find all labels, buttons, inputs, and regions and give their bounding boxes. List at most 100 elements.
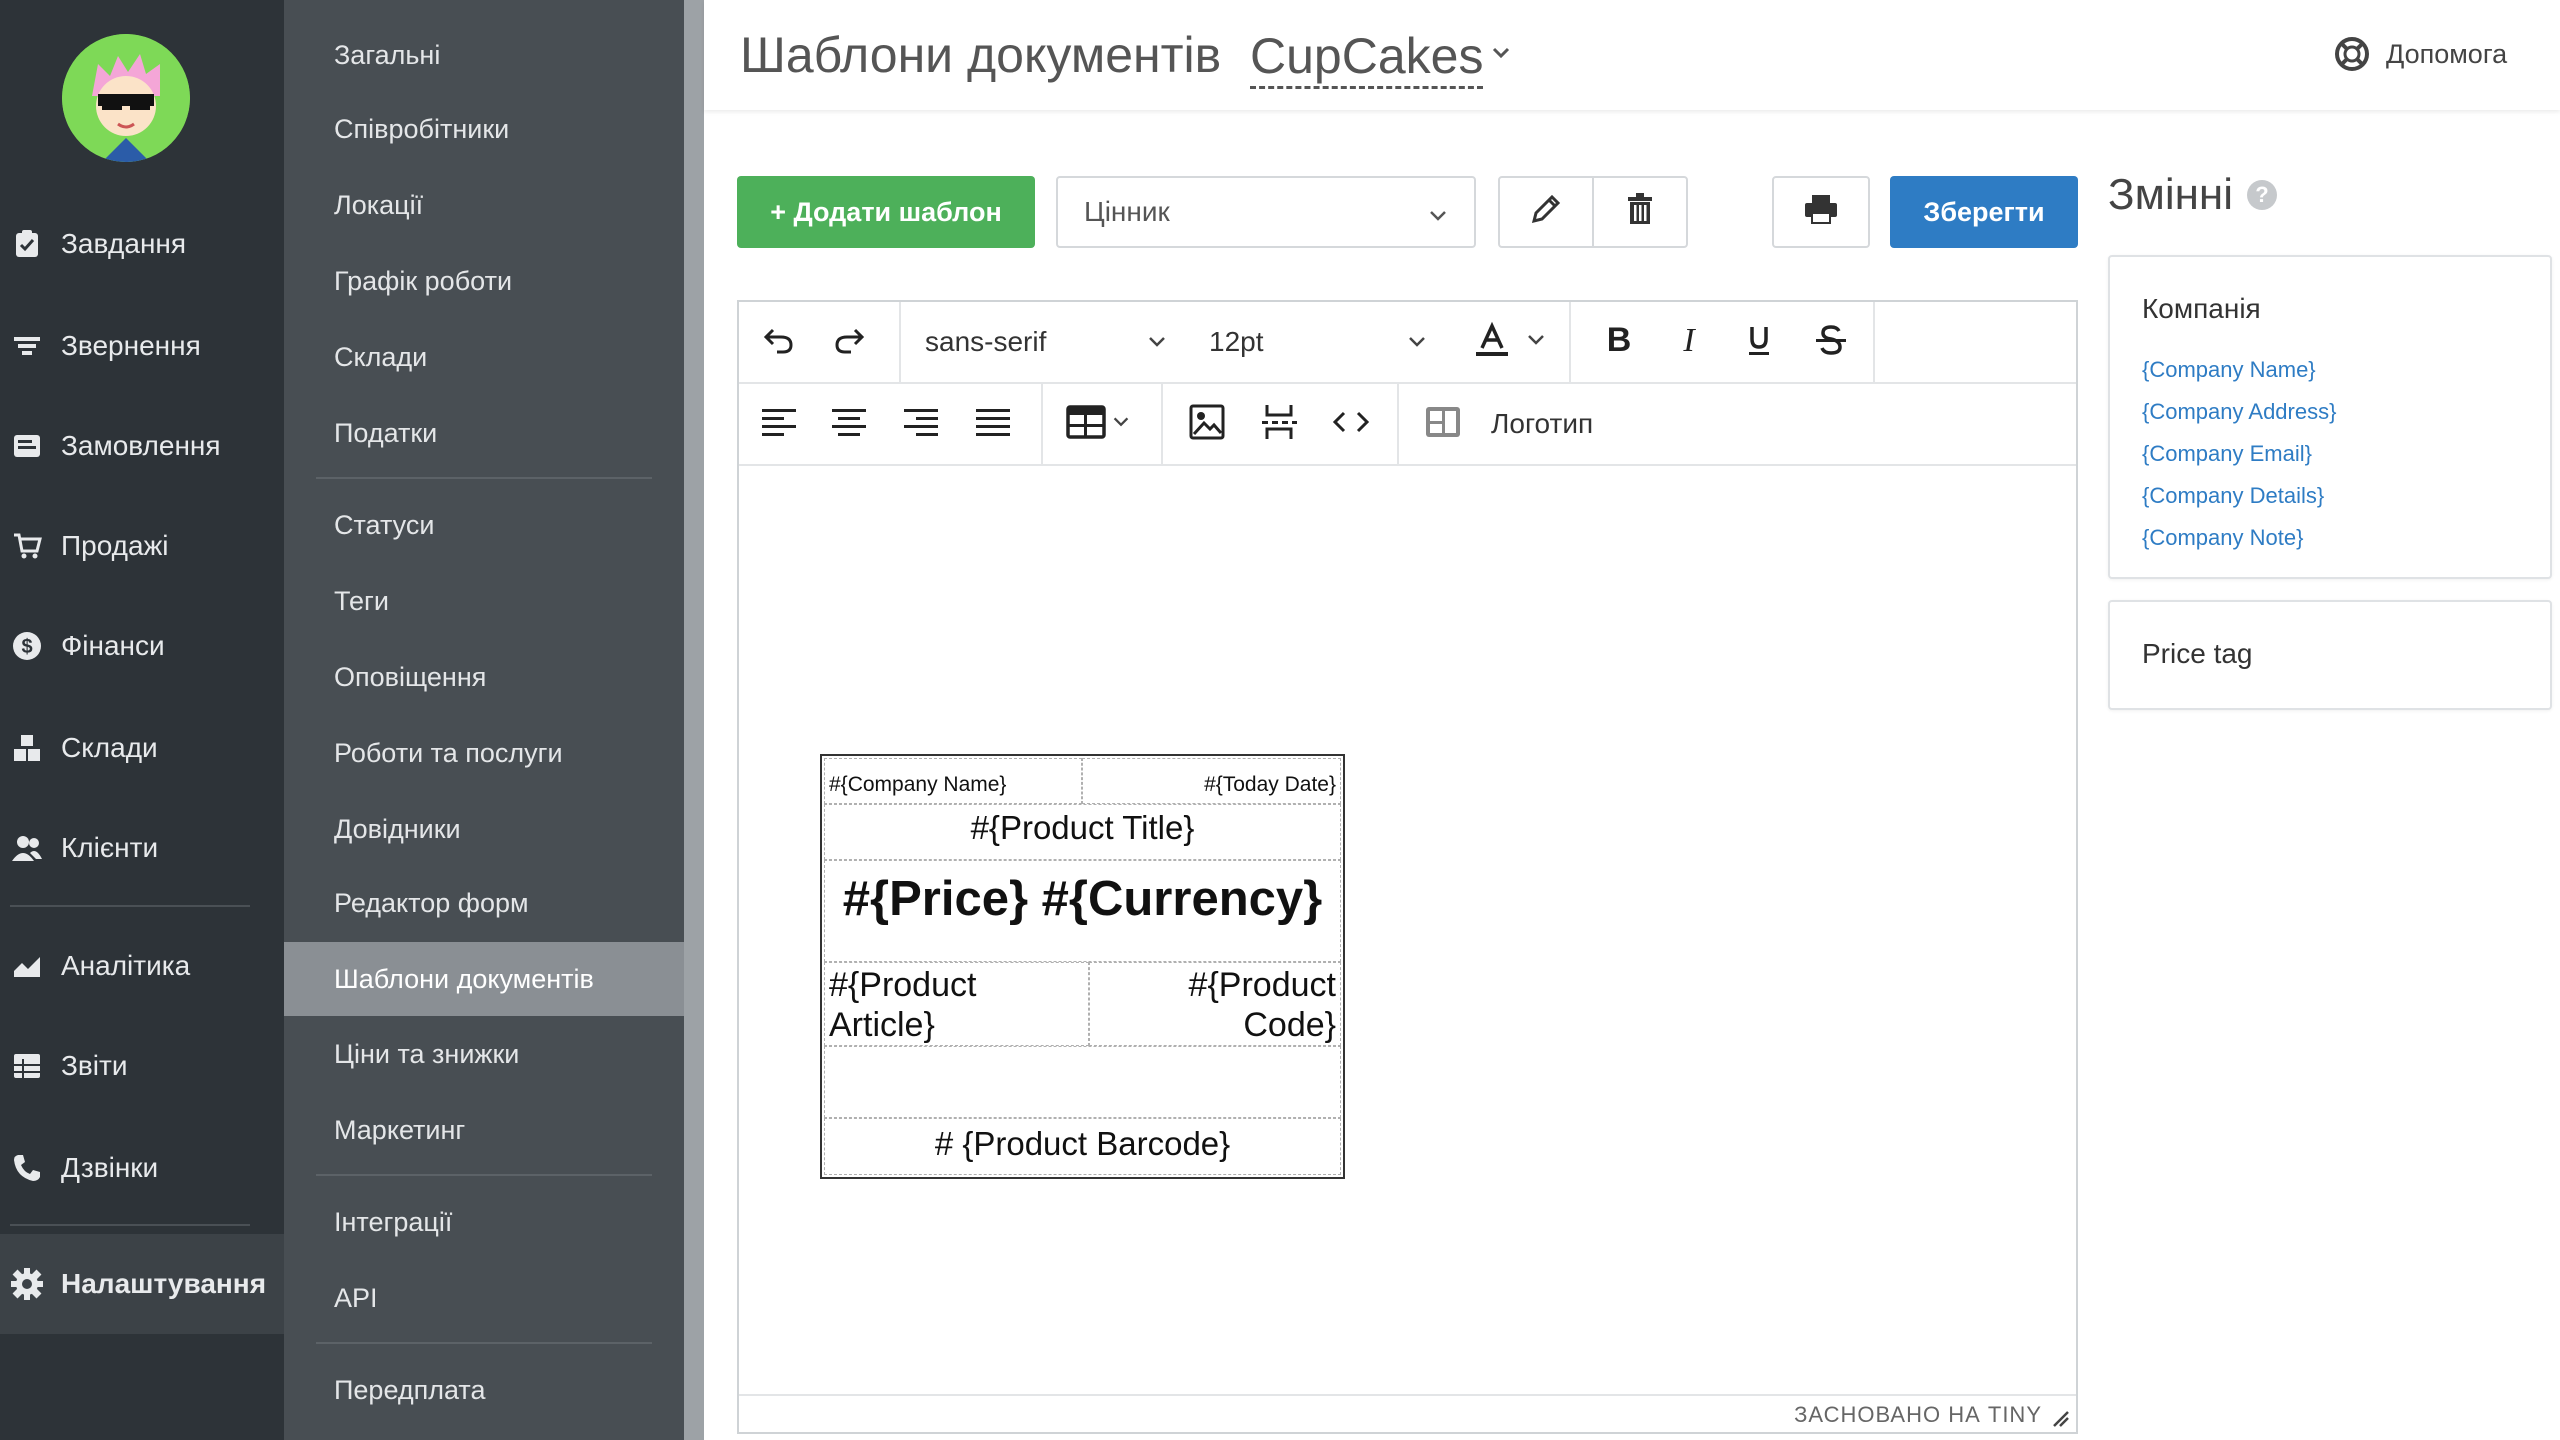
boxes-icon (10, 731, 44, 765)
settings-item-directories[interactable]: Довідники (284, 792, 684, 866)
nav-orders[interactable]: Замовлення (0, 396, 284, 496)
printer-icon (1803, 193, 1839, 232)
nav-finance[interactable]: $ Фінанси (0, 596, 284, 696)
settings-item-taxes[interactable]: Податки (284, 396, 684, 470)
settings-item-subscription[interactable]: Передплата (284, 1353, 684, 1427)
underline-button[interactable] (1731, 302, 1787, 382)
settings-item-marketing[interactable]: Маркетинг (284, 1093, 684, 1167)
table-button[interactable] (1057, 384, 1141, 464)
nav-calls[interactable]: Дзвінки (0, 1118, 284, 1218)
product-article-cell[interactable]: #{Product Article} (824, 962, 1089, 1046)
print-button[interactable] (1772, 176, 1870, 248)
text-color-button[interactable] (1467, 302, 1517, 382)
settings-item-warehouses[interactable]: Склади (284, 320, 684, 394)
variable-company-address[interactable]: {Company Address} (2142, 399, 2336, 425)
settings-item-integrations[interactable]: Інтеграції (284, 1185, 684, 1259)
product-code-cell[interactable]: #{Product Code} (1089, 962, 1341, 1046)
phone-icon (10, 1151, 44, 1185)
align-center-icon (832, 407, 866, 442)
product-title-cell[interactable]: #{Product Title} (824, 804, 1341, 860)
nav-settings[interactable]: Налаштування (0, 1234, 284, 1334)
settings-item-general[interactable]: Загальні (284, 18, 684, 92)
variable-company-details[interactable]: {Company Details} (2142, 483, 2324, 509)
clipboard-icon (10, 227, 44, 261)
settings-item-services[interactable]: Роботи та послуги (284, 716, 684, 790)
help-link[interactable]: Допомога (2334, 36, 2507, 72)
price-currency-cell[interactable]: #{Price} #{Currency} (824, 860, 1341, 962)
chevron-down-icon (1524, 328, 1548, 357)
bold-button[interactable]: B (1591, 302, 1647, 382)
settings-item-employees[interactable]: Співробітники (284, 92, 684, 166)
nav-analytics[interactable]: Аналітика (0, 916, 284, 1016)
today-date-cell[interactable]: #{Today Date} (1082, 758, 1341, 804)
chevron-down-icon (1145, 330, 1169, 359)
powered-by-tiny[interactable]: ЗАСНОВАНО НА TINY (1794, 1402, 2042, 1428)
nav-calls-label: Дзвінки (61, 1152, 159, 1183)
settings-item-document-templates[interactable]: Шаблони документів (284, 942, 684, 1016)
text-color-dropdown[interactable] (1521, 302, 1551, 382)
toolbar-separator (1569, 302, 1571, 382)
template-icon (1424, 405, 1462, 444)
nav-reports[interactable]: Звіти (0, 1016, 284, 1116)
editor-toolbar-row: Логотип (739, 384, 2076, 466)
company-selector[interactable]: CupCakes (1250, 26, 1484, 89)
align-center-button[interactable] (821, 384, 877, 464)
font-family-select[interactable]: sans-serif (901, 302, 1173, 382)
lifebuoy-icon (2334, 36, 2370, 72)
insert-image-button[interactable] (1179, 384, 1235, 464)
nav-requests[interactable]: Звернення (0, 296, 284, 396)
strikethrough-button[interactable] (1803, 302, 1859, 382)
variable-company-name[interactable]: {Company Name} (2142, 357, 2316, 383)
template-select[interactable]: Цінник (1056, 176, 1476, 248)
help-question-icon[interactable]: ? (2246, 180, 2277, 210)
variables-title: Змінні (2108, 170, 2233, 219)
price-tag-variables-card[interactable]: Price tag (2108, 600, 2552, 710)
nav-clients[interactable]: Клієнти (0, 798, 284, 898)
edit-template-button[interactable] (1498, 176, 1594, 248)
align-left-button[interactable] (751, 384, 807, 464)
empty-cell[interactable] (824, 1046, 1341, 1118)
company-name-cell[interactable]: #{Company Name} (824, 758, 1082, 804)
text-color-icon (1472, 320, 1512, 365)
avatar[interactable] (62, 34, 190, 162)
settings-item-prices[interactable]: Ціни та знижки (284, 1017, 684, 1091)
trash-icon (1625, 192, 1655, 233)
redo-button[interactable] (821, 302, 877, 382)
strikethrough-icon (1813, 322, 1849, 363)
variable-company-note[interactable]: {Company Note} (2142, 525, 2303, 551)
settings-item-tags[interactable]: Теги (284, 564, 684, 638)
settings-item-label: Інтеграції (334, 1206, 453, 1237)
help-label: Допомога (2386, 38, 2508, 69)
price-tag-table[interactable]: #{Company Name} #{Today Date} #{Product … (820, 754, 1345, 1179)
align-justify-button[interactable] (965, 384, 1021, 464)
italic-button[interactable]: I (1661, 302, 1717, 382)
sidebar-scrollbar[interactable] (684, 0, 704, 1440)
resize-handle-icon[interactable] (2050, 1408, 2070, 1428)
product-barcode-cell[interactable]: # {Product Barcode} (824, 1118, 1341, 1175)
nav-tasks[interactable]: Завдання (0, 194, 284, 294)
variable-company-email[interactable]: {Company Email} (2142, 441, 2312, 467)
delete-template-button[interactable] (1592, 176, 1688, 248)
settings-item-label: API (334, 1282, 378, 1313)
align-right-button[interactable] (893, 384, 949, 464)
settings-item-label: Локації (334, 189, 424, 220)
chevron-down-icon (1426, 202, 1450, 226)
settings-item-locations[interactable]: Локації (284, 168, 684, 242)
source-code-button[interactable] (1323, 384, 1379, 464)
settings-item-notifications[interactable]: Оповіщення (284, 640, 684, 714)
undo-button[interactable] (751, 302, 807, 382)
settings-item-form-editor[interactable]: Редактор форм (284, 866, 684, 940)
nav-sales[interactable]: Продажі (0, 496, 284, 596)
settings-item-schedule[interactable]: Графік роботи (284, 244, 684, 318)
page-break-button[interactable] (1251, 384, 1307, 464)
logo-template-icon-button[interactable] (1415, 384, 1471, 464)
editor-content-area[interactable]: #{Company Name} #{Today Date} #{Product … (739, 468, 2076, 1398)
settings-item-api[interactable]: API (284, 1261, 684, 1335)
font-size-select[interactable]: 12pt (1175, 302, 1437, 382)
nav-warehouses[interactable]: Склади (0, 698, 284, 798)
logo-button[interactable]: Логотип (1491, 384, 1593, 464)
settings-item-statuses[interactable]: Статуси (284, 488, 684, 562)
save-button[interactable]: Зберегти (1890, 176, 2078, 248)
chevron-down-icon[interactable] (1486, 38, 1516, 68)
add-template-button[interactable]: + Додати шаблон (737, 176, 1035, 248)
